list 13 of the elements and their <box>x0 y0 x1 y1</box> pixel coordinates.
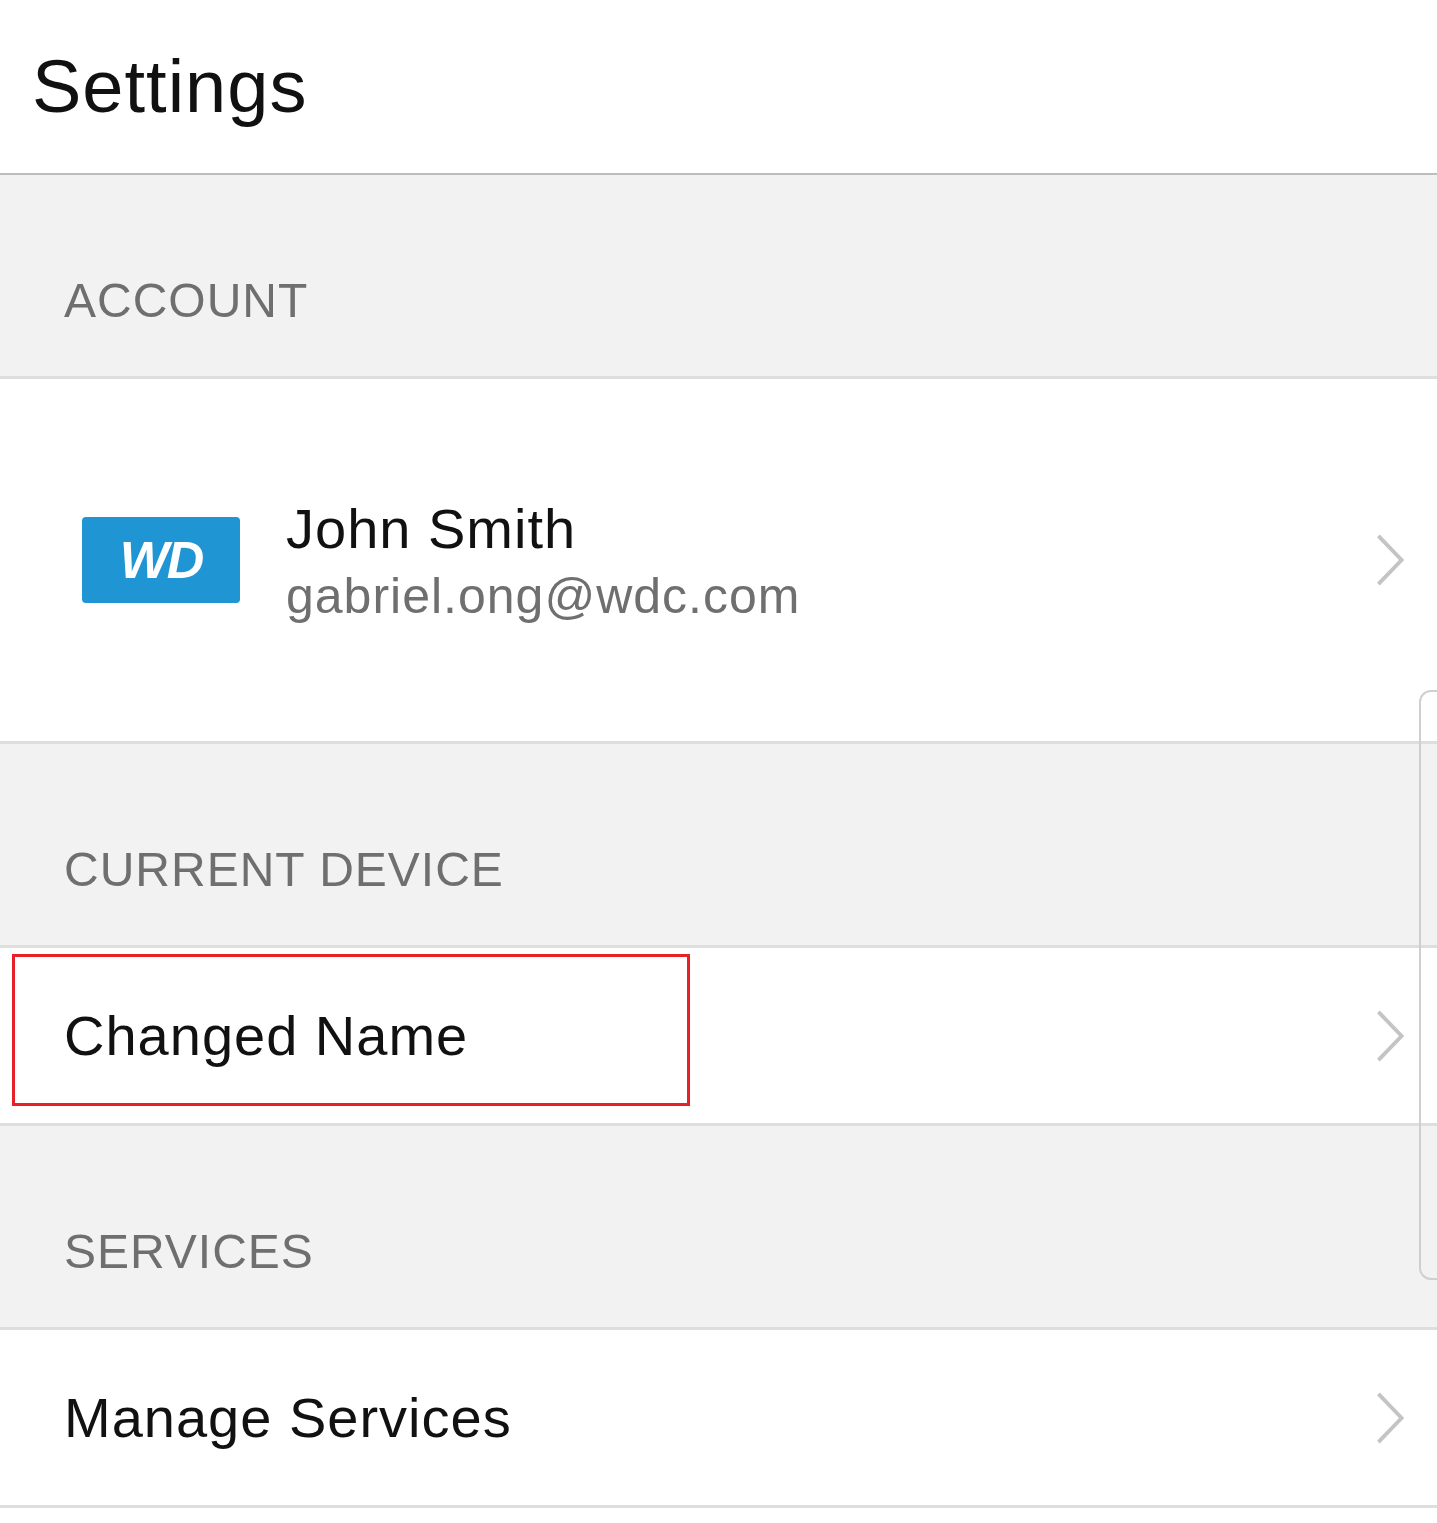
row-label: Changed Name <box>64 1003 469 1068</box>
section-heading: SERVICES <box>64 1224 314 1279</box>
section-heading: CURRENT DEVICE <box>64 842 504 897</box>
account-name: John Smith <box>286 495 578 561</box>
row-label: Manage Services <box>64 1385 512 1450</box>
chevron-icon <box>1375 533 1405 587</box>
chevron-icon <box>1375 1390 1405 1445</box>
page-title: Settings <box>32 44 308 129</box>
chevron-icon <box>1375 1008 1405 1063</box>
account-email: gabriel.ong@wdc.com <box>286 566 801 625</box>
logo-badge: WD <box>82 517 240 603</box>
settings-row[interactable]: Manage Services <box>0 1330 1437 1508</box>
section-heading: ACCOUNT <box>64 273 309 328</box>
